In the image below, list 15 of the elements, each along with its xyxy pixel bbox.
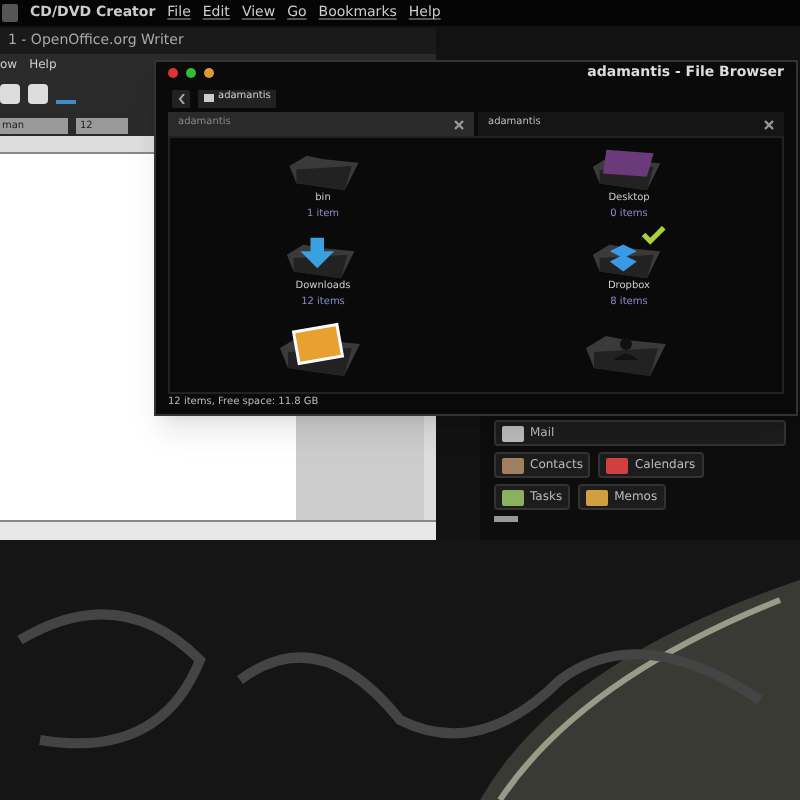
memos-icon (586, 489, 609, 505)
home-icon (204, 94, 214, 102)
close-icon[interactable] (454, 119, 464, 129)
close-icon[interactable] (168, 68, 178, 78)
tasks-icon (502, 489, 524, 505)
maximize-icon[interactable] (186, 68, 196, 78)
minimize-icon[interactable] (204, 68, 214, 78)
calendar-icon (606, 457, 629, 473)
app-icon (2, 4, 18, 22)
back-button[interactable] (172, 89, 190, 107)
mail-icon (502, 425, 524, 441)
close-icon[interactable] (764, 119, 774, 129)
scrollbar (424, 416, 436, 520)
contacts-icon (502, 457, 524, 473)
back-icon (177, 93, 185, 103)
